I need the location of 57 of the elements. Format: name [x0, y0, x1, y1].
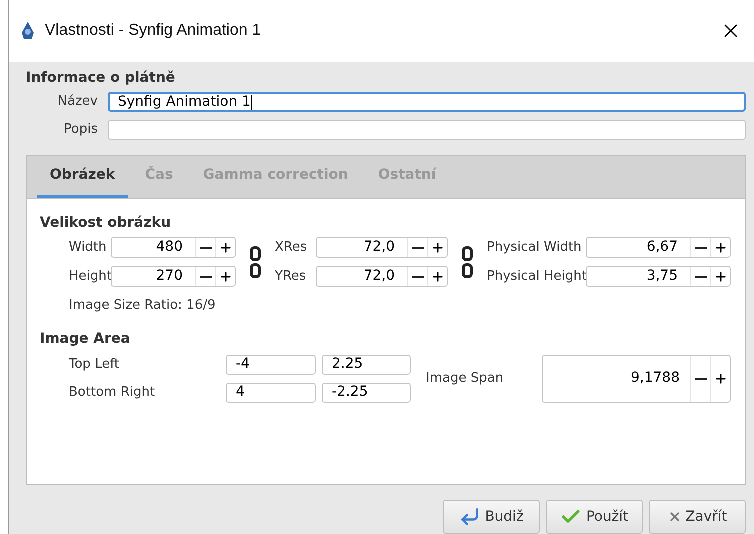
- spin-field[interactable]: 72,0: [316, 266, 448, 287]
- plus-icon: [430, 240, 444, 254]
- spin-field[interactable]: 72,0: [316, 237, 448, 258]
- decrement-button[interactable]: [407, 267, 427, 286]
- field-label: Height: [69, 268, 111, 286]
- field-label: Bottom Right: [69, 384, 156, 402]
- field-label: XRes: [275, 238, 308, 257]
- decrement-button[interactable]: [690, 356, 710, 402]
- decrement-button[interactable]: [195, 238, 215, 257]
- minus-icon: [694, 378, 706, 380]
- number-field[interactable]: -4: [226, 354, 316, 374]
- text-field[interactable]: Synfig Animation 1: [108, 92, 746, 112]
- number-field[interactable]: 4: [226, 382, 316, 402]
- plus-icon: [714, 372, 728, 386]
- text-field[interactable]: [108, 120, 746, 140]
- minus-icon: [694, 246, 706, 248]
- field-label: Popis: [63, 121, 99, 140]
- plus-icon: [218, 270, 232, 284]
- window-title: Vlastnosti - Synfig Animation 1: [45, 21, 262, 41]
- group-title: Image Area: [40, 330, 132, 348]
- spin-field[interactable]: 3,75: [586, 266, 731, 287]
- spin-field[interactable]: 6,67: [586, 237, 731, 258]
- plus-icon: [714, 270, 728, 284]
- plus-icon: [218, 240, 232, 254]
- ratio-text: Image Size Ratio: 16/9: [68, 297, 217, 315]
- plus-icon: [714, 240, 728, 254]
- decrement-button[interactable]: [407, 238, 427, 257]
- decrement-button[interactable]: [690, 238, 710, 257]
- dialog-button[interactable]: Použít: [546, 500, 643, 534]
- group-title: Velikost obrázku: [40, 214, 172, 233]
- spin-field[interactable]: 270: [111, 266, 236, 287]
- field-label: Width: [69, 238, 108, 257]
- field-label: Top Left: [69, 356, 121, 374]
- minus-icon: [200, 246, 212, 248]
- number-field[interactable]: -2.25: [322, 382, 411, 402]
- close-icon: [668, 510, 682, 524]
- field-label: Physical Height: [487, 268, 586, 286]
- field-label: YRes: [275, 268, 308, 286]
- plus-icon: [430, 270, 444, 284]
- decrement-button[interactable]: [195, 267, 215, 286]
- minus-icon: [412, 276, 424, 278]
- field-label: Image Span: [426, 370, 505, 388]
- return-arrow-icon: [459, 506, 482, 528]
- number-field[interactable]: 2.25: [322, 354, 411, 374]
- spin-field[interactable]: 9,1788: [542, 354, 731, 402]
- tab[interactable]: Obrázek: [37, 155, 128, 198]
- decrement-button[interactable]: [690, 267, 710, 286]
- section-title: Informace o plátně: [26, 69, 176, 88]
- minus-icon: [412, 246, 424, 248]
- dialog-button[interactable]: Budiž: [443, 500, 540, 534]
- dialog-button[interactable]: Zavřít: [649, 500, 746, 534]
- app-logo-icon: [20, 21, 36, 41]
- minus-icon: [200, 276, 212, 278]
- spin-field[interactable]: 480: [111, 237, 236, 258]
- field-label: Physical Width: [487, 238, 583, 257]
- field-label: Název: [56, 93, 99, 112]
- minus-icon: [694, 276, 706, 278]
